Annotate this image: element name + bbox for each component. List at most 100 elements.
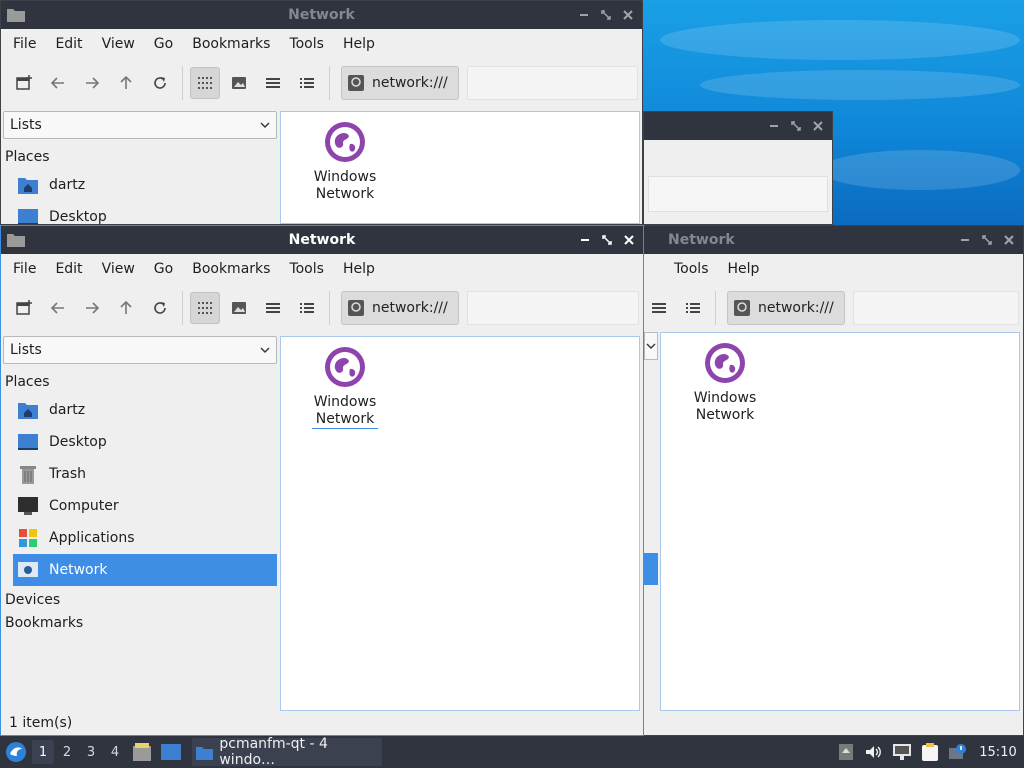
detailed-list-view-button[interactable] — [678, 292, 708, 324]
menu-view[interactable]: View — [96, 257, 141, 281]
file-item-windows-network[interactable]: Windows Network — [685, 337, 765, 424]
quicklaunch-show-desktop[interactable] — [158, 738, 184, 766]
file-manager-window-active[interactable]: Network File Edit View Go Bookmarks Tool… — [0, 225, 644, 736]
detailed-list-view-button[interactable] — [292, 292, 322, 324]
menu-go[interactable]: Go — [148, 257, 179, 281]
sidebar-item-trash[interactable]: Trash — [3, 458, 277, 490]
reload-button[interactable] — [145, 67, 175, 99]
menu-file[interactable]: File — [7, 257, 42, 281]
icon-view-button[interactable] — [190, 292, 220, 324]
sidebar-select-edge[interactable] — [644, 332, 658, 360]
window-titlebar[interactable]: Network — [644, 226, 1023, 254]
menu-file[interactable]: File — [7, 32, 42, 56]
tray-network[interactable] — [888, 736, 916, 768]
back-button[interactable] — [43, 67, 73, 99]
file-manager-window-1[interactable]: Network File Edit View Go Bookmarks Tool… — [0, 0, 643, 225]
reload-button[interactable] — [145, 292, 175, 324]
new-tab-button[interactable] — [9, 292, 39, 324]
close-button[interactable] — [620, 7, 636, 23]
thumbnail-view-button[interactable] — [224, 292, 254, 324]
tray-removable-media[interactable] — [832, 736, 860, 768]
maximize-button[interactable] — [599, 232, 615, 248]
menu-tools[interactable]: Tools — [283, 32, 330, 56]
sidebar-item-network[interactable]: Network — [13, 554, 277, 586]
file-view[interactable]: Windows Network — [280, 336, 640, 711]
compact-view-button[interactable] — [258, 292, 288, 324]
location-bar[interactable]: network:/// — [727, 291, 845, 325]
back-button[interactable] — [43, 292, 73, 324]
clock[interactable]: 15:10 — [972, 745, 1024, 760]
compact-view-button[interactable] — [644, 292, 674, 324]
arrow-up-icon — [120, 301, 132, 314]
icon-view-button[interactable] — [190, 67, 220, 99]
menu-tools[interactable]: Tools — [283, 257, 330, 281]
minimize-button[interactable] — [576, 7, 592, 23]
workspace-4-button[interactable]: 4 — [104, 740, 126, 764]
up-button[interactable] — [111, 292, 141, 324]
menu-go[interactable]: Go — [148, 32, 179, 56]
compact-list-icon — [266, 303, 280, 313]
file-item-windows-network[interactable]: Windows Network — [305, 341, 385, 429]
compact-view-button[interactable] — [258, 67, 288, 99]
menu-help[interactable]: Help — [337, 32, 381, 56]
window-titlebar[interactable]: Network — [1, 226, 643, 254]
up-button[interactable] — [111, 67, 141, 99]
tray-clipboard[interactable] — [916, 736, 944, 768]
arrow-right-icon — [86, 77, 99, 89]
tray-volume[interactable] — [860, 736, 888, 768]
sidebar-item-dartz[interactable]: dartz — [3, 169, 277, 201]
file-item-windows-network[interactable]: Windows Network — [305, 116, 385, 203]
sidebar-mode-select[interactable]: Lists — [3, 111, 277, 139]
file-view[interactable]: Windows Network — [660, 332, 1020, 711]
sidebar-item-desktop[interactable]: Desktop — [3, 201, 277, 224]
minimize-button[interactable] — [577, 232, 593, 248]
maximize-button[interactable] — [979, 232, 995, 248]
taskbar-task-pcmanfm[interactable]: pcmanfm-qt - 4 windo… — [192, 736, 382, 768]
maximize-button[interactable] — [598, 7, 614, 23]
path-bar-space[interactable] — [466, 66, 638, 100]
menu-help[interactable]: Help — [722, 257, 766, 281]
sidebar-item-desktop[interactable]: Desktop — [3, 426, 277, 458]
workspace-1-button[interactable]: 1 — [32, 740, 54, 764]
minimize-button[interactable] — [766, 118, 782, 134]
sidebar-item-dartz[interactable]: dartz — [3, 394, 277, 426]
tray-updates[interactable] — [944, 736, 972, 768]
location-bar[interactable]: network:/// — [341, 291, 459, 325]
file-manager-window-3[interactable] — [643, 111, 833, 225]
thumbnail-view-button[interactable] — [224, 67, 254, 99]
menu-tools[interactable]: Tools — [668, 257, 715, 281]
forward-button[interactable] — [77, 67, 107, 99]
location-bar[interactable]: network:/// — [341, 66, 459, 100]
sidebar-item-applications[interactable]: Applications — [3, 522, 277, 554]
workspace-2-button[interactable]: 2 — [56, 740, 78, 764]
task-label: pcmanfm-qt - 4 windo… — [219, 736, 328, 768]
detailed-list-view-button[interactable] — [292, 67, 322, 99]
new-tab-button[interactable] — [9, 67, 39, 99]
menu-bookmarks[interactable]: Bookmarks — [186, 257, 276, 281]
forward-button[interactable] — [77, 292, 107, 324]
menu-edit[interactable]: Edit — [49, 32, 88, 56]
path-bar-space[interactable] — [466, 291, 639, 325]
close-button[interactable] — [621, 232, 637, 248]
sidebar-item-computer[interactable]: Computer — [3, 490, 277, 522]
path-bar-space[interactable] — [852, 291, 1019, 325]
menu-view[interactable]: View — [96, 32, 141, 56]
file-manager-window-4[interactable]: Network Tools Help network:/// Windows N… — [643, 225, 1024, 736]
workspace-3-button[interactable]: 3 — [80, 740, 102, 764]
menu-help[interactable]: Help — [337, 257, 381, 281]
menu-bookmarks[interactable]: Bookmarks — [186, 32, 276, 56]
start-menu-button[interactable] — [2, 736, 30, 768]
maximize-button[interactable] — [788, 118, 804, 134]
sidebar-mode-select[interactable]: Lists — [3, 336, 277, 364]
image-icon — [232, 77, 246, 89]
devices-header[interactable]: Devices — [3, 588, 277, 611]
window-titlebar[interactable] — [644, 112, 832, 140]
window-titlebar[interactable]: Network — [1, 1, 642, 29]
bookmarks-header[interactable]: Bookmarks — [3, 611, 277, 634]
file-view[interactable]: Windows Network — [280, 111, 640, 224]
minimize-button[interactable] — [957, 232, 973, 248]
menu-edit[interactable]: Edit — [49, 257, 88, 281]
close-button[interactable] — [1001, 232, 1017, 248]
close-button[interactable] — [810, 118, 826, 134]
quicklaunch-file-manager[interactable] — [129, 738, 155, 766]
